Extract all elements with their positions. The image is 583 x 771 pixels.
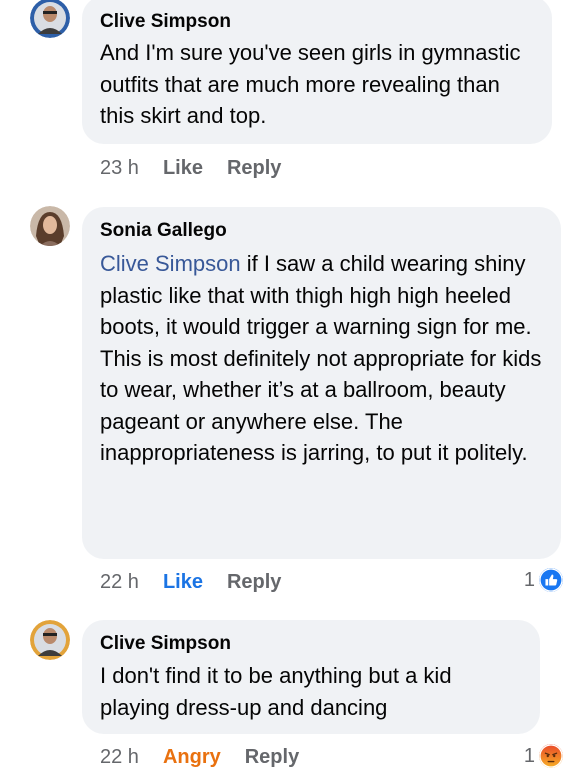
comment-bubble: Sonia Gallego Clive Simpson if I saw a c… <box>82 207 561 559</box>
like-reaction-icon <box>539 568 563 592</box>
reply-button[interactable]: Reply <box>245 746 299 768</box>
like-button[interactable]: Like <box>163 157 203 179</box>
reply-button[interactable]: Reply <box>227 157 281 179</box>
comment-author[interactable]: Sonia Gallego <box>100 219 545 243</box>
avatar[interactable] <box>30 620 70 660</box>
reaction-count: 1 <box>523 745 535 767</box>
profile-photo-icon <box>30 206 70 246</box>
reply-button[interactable]: Reply <box>227 571 281 593</box>
angry-reaction-icon <box>539 744 563 768</box>
comment-body: if I saw a child wearing shiny plastic l… <box>100 251 542 465</box>
profile-photo-icon <box>30 620 70 660</box>
comment-timestamp[interactable]: 22 h <box>100 746 139 768</box>
comment-author[interactable]: Clive Simpson <box>100 10 536 34</box>
comment-bubble: Clive Simpson And I'm sure you've seen g… <box>82 0 552 144</box>
reaction-summary[interactable]: 1 <box>524 744 563 768</box>
comment-bubble: Clive Simpson I don't find it to be anyt… <box>82 620 540 734</box>
angry-reaction-button[interactable]: Angry <box>163 746 221 768</box>
comment-author[interactable]: Clive Simpson <box>100 632 524 656</box>
reaction-summary[interactable]: 1 <box>524 568 563 592</box>
avatar[interactable] <box>30 0 70 38</box>
comment-actions: 23 h Like Reply <box>100 156 305 180</box>
comment-text: I don't find it to be anything but a kid… <box>100 663 452 720</box>
comment-timestamp[interactable]: 22 h <box>100 571 139 593</box>
comment-text: Clive Simpson if I saw a child wearing s… <box>100 248 545 469</box>
reaction-count: 1 <box>523 569 535 591</box>
comment-timestamp[interactable]: 23 h <box>100 157 139 179</box>
mention-link[interactable]: Clive Simpson <box>100 251 241 276</box>
comment-actions: 22 h Angry Reply <box>100 745 323 769</box>
like-button[interactable]: Like <box>163 571 203 593</box>
profile-photo-icon <box>30 0 70 38</box>
comment-actions: 22 h Like Reply <box>100 570 305 594</box>
avatar[interactable] <box>30 206 70 246</box>
comment-thread: Clive Simpson And I'm sure you've seen g… <box>0 0 583 771</box>
comment-text: And I'm sure you've seen girls in gymnas… <box>100 40 521 128</box>
